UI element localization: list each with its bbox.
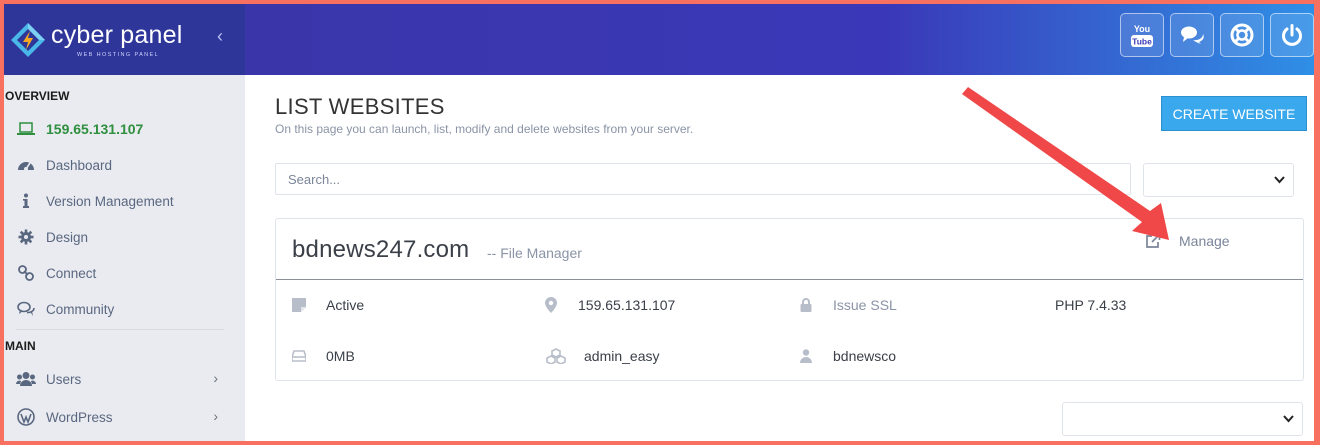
page-subtitle: On this page you can launch, list, modif… xyxy=(275,122,694,136)
package-value: admin_easy xyxy=(584,348,660,364)
page-title: LIST WEBSITES xyxy=(275,94,445,119)
php-version-value: PHP 7.4.33 xyxy=(1055,297,1127,313)
youtube-icon: You Tube xyxy=(1131,24,1153,47)
filter-select[interactable] xyxy=(1143,163,1294,197)
user-icon xyxy=(797,349,815,363)
sidebar-collapse-icon[interactable]: ‹ xyxy=(217,26,223,47)
issue-ssl-link[interactable]: Issue SSL xyxy=(833,297,897,313)
wordpress-icon xyxy=(16,408,36,426)
sidebar-item-label: Version Management xyxy=(46,193,174,209)
hdd-icon xyxy=(290,350,308,362)
search-input[interactable] xyxy=(275,163,1131,195)
sidebar-item-label: Connect xyxy=(46,265,97,281)
sidebar-item-wordpress[interactable]: WordPress › xyxy=(16,402,224,432)
sidebar-item-users[interactable]: Users › xyxy=(16,364,224,394)
sidebar-item-dashboard[interactable]: Dashboard xyxy=(16,150,224,180)
top-header: You Tube xyxy=(245,4,1314,75)
php-field: PHP 7.4.33 xyxy=(1055,297,1126,313)
sidebar-item-label: Users xyxy=(46,371,82,387)
create-website-button[interactable]: CREATE WEBSITE xyxy=(1161,96,1307,131)
main-section-title: MAIN xyxy=(5,339,36,353)
chat-icon xyxy=(1181,26,1204,44)
disk-usage-value: 0MB xyxy=(326,348,355,364)
sidebar-item-version-management[interactable]: Version Management xyxy=(16,186,224,216)
disk-field: 0MB xyxy=(290,348,355,364)
chevron-down-icon xyxy=(1283,415,1294,423)
owner-value: bdnewsco xyxy=(833,348,897,364)
sidebar-item-label: Design xyxy=(46,229,89,245)
info-icon xyxy=(16,192,36,210)
link-icon xyxy=(16,264,36,282)
brand-bar: cyber panel WEB HOSTING PANEL ‹ xyxy=(4,4,245,75)
svg-text:Tube: Tube xyxy=(1132,37,1152,47)
svg-text:You: You xyxy=(1134,24,1150,34)
lock-icon xyxy=(797,298,815,312)
external-link-icon xyxy=(1146,233,1161,248)
manage-link[interactable]: Manage xyxy=(1145,233,1230,249)
dashboard-icon xyxy=(16,156,36,174)
sidebar-item-ip[interactable]: 159.65.131.107 xyxy=(16,114,224,144)
sidebar-divider xyxy=(16,329,224,330)
website-card: bdnews247.com -- File Manager Manage Act… xyxy=(275,218,1304,381)
website-card-header: bdnews247.com -- File Manager Manage xyxy=(276,219,1303,280)
sticky-note-icon xyxy=(290,298,308,312)
brand-tagline: WEB HOSTING PANEL xyxy=(77,52,160,58)
pagination-select[interactable] xyxy=(1062,402,1303,436)
sidebar-item-label: Dashboard xyxy=(46,157,113,173)
status-field: Active xyxy=(290,297,364,313)
sidebar-item-label: WordPress xyxy=(46,409,113,425)
sidebar-item-connect[interactable]: Connect xyxy=(16,258,224,288)
sidebar-item-community[interactable]: Community xyxy=(16,294,224,324)
sidebar-item-design[interactable]: Design xyxy=(16,222,224,252)
overview-section-title: OVERVIEW xyxy=(5,89,70,103)
package-field: admin_easy xyxy=(542,348,660,364)
cubes-icon xyxy=(542,348,570,364)
ssl-field[interactable]: Issue SSL xyxy=(797,297,897,313)
comments-icon xyxy=(16,300,36,318)
file-manager-link[interactable]: -- File Manager xyxy=(487,245,582,261)
users-icon xyxy=(16,370,36,388)
laptop-icon xyxy=(16,120,36,138)
chevron-right-icon: › xyxy=(213,408,218,424)
status-value: Active xyxy=(326,297,365,313)
support-button[interactable] xyxy=(1220,13,1264,57)
brand-name: cyber panel xyxy=(51,21,183,49)
website-domain-link[interactable]: bdnews247.com xyxy=(292,236,469,264)
chevron-down-icon xyxy=(1274,176,1285,184)
map-marker-icon xyxy=(542,297,560,313)
gear-icon xyxy=(16,228,36,246)
power-icon xyxy=(1282,24,1302,46)
sidebar: cyber panel WEB HOSTING PANEL ‹ OVERVIEW… xyxy=(4,4,245,441)
logout-button[interactable] xyxy=(1270,13,1314,57)
owner-field: bdnewsco xyxy=(797,348,896,364)
app-window: cyber panel WEB HOSTING PANEL ‹ OVERVIEW… xyxy=(4,4,1314,441)
cyberpanel-logo[interactable] xyxy=(10,22,46,58)
support-icon xyxy=(1230,23,1254,47)
ip-field: 159.65.131.107 xyxy=(542,297,675,313)
youtube-button[interactable]: You Tube xyxy=(1120,13,1164,57)
manage-label: Manage xyxy=(1179,233,1230,249)
sidebar-ip-label: 159.65.131.107 xyxy=(46,121,144,137)
ip-value: 159.65.131.107 xyxy=(578,297,676,313)
chevron-right-icon: › xyxy=(213,370,218,386)
chat-button[interactable] xyxy=(1170,13,1214,57)
sidebar-item-label: Community xyxy=(46,301,115,317)
